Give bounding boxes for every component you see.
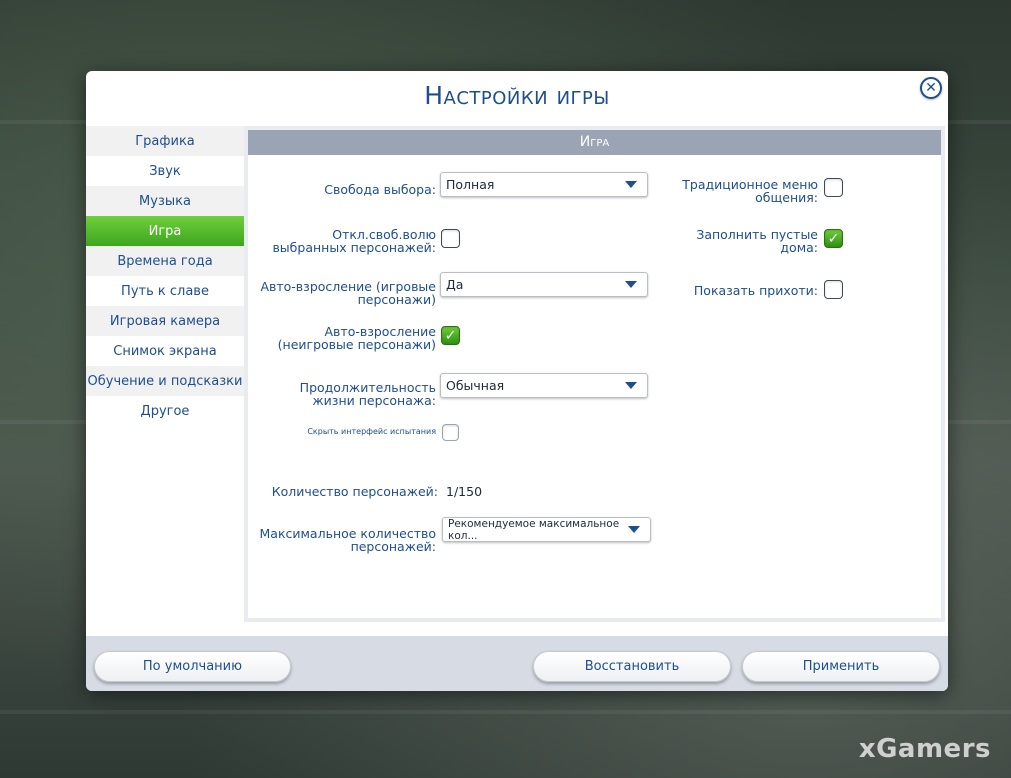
auto-aging-played-label: Авто-взросление (игровые персонажи) (260, 279, 436, 307)
sidebar-item-music[interactable]: Музыка (86, 186, 244, 216)
sim-count-label: Количество персонажей: (271, 484, 438, 499)
watermark-text: xGamers (858, 734, 991, 764)
chevron-down-icon (625, 382, 637, 389)
auto-aging-unplayed-checkbox[interactable]: ✓ (441, 326, 460, 345)
game-settings-panel: Игра Свобода выбора: Полная Откл.своб.во… (244, 126, 945, 622)
game-settings-dialog: Настройки игры ✕ Графика Звук Музыка Игр… (86, 71, 948, 691)
chevron-down-icon (625, 181, 637, 188)
close-icon: ✕ (925, 80, 937, 96)
panel-header: Игра (248, 130, 941, 155)
hide-challenge-ui-label: Скрыть интерфейс испытания (307, 427, 436, 436)
disable-free-will-label: Откл.своб.волю выбранных персонажей: (272, 227, 436, 255)
fill-empty-lots-label: Заполнить пустые дома: (696, 227, 818, 255)
sidebar-item-game-camera[interactable]: Игровая камера (86, 306, 244, 336)
sidebar-item-seasons[interactable]: Времена года (86, 246, 244, 276)
free-will-dropdown[interactable]: Полная (440, 172, 648, 197)
background-decoration (0, 710, 1011, 714)
max-sims-label: Максимальное количество персонажей: (259, 526, 436, 554)
auto-aging-unplayed-label: Авто-взросление (неигровые персонажи) (277, 324, 436, 352)
sidebar-item-graphics[interactable]: Графика (86, 126, 244, 156)
free-will-label: Свобода выбора: (324, 182, 436, 197)
sidebar-item-game[interactable]: Игра (86, 216, 244, 246)
dialog-footer: По умолчанию Восстановить Применить (86, 636, 948, 691)
lifespan-value: Обычная (446, 378, 505, 393)
chevron-down-icon (625, 281, 637, 288)
show-whims-checkbox[interactable] (824, 280, 843, 299)
sidebar-item-other[interactable]: Другое (86, 396, 244, 426)
auto-aging-played-dropdown[interactable]: Да (440, 272, 648, 297)
fill-empty-lots-checkbox[interactable]: ✓ (824, 229, 843, 248)
check-icon: ✓ (827, 230, 840, 247)
traditional-menu-label: Традиционное меню общения: (682, 177, 818, 205)
sidebar-item-path-to-fame[interactable]: Путь к славе (86, 276, 244, 306)
hide-challenge-ui-checkbox[interactable] (442, 424, 459, 441)
sidebar-item-sound[interactable]: Звук (86, 156, 244, 186)
sim-count-value: 1/150 (446, 484, 483, 499)
chevron-down-icon (628, 526, 640, 533)
lifespan-dropdown[interactable]: Обычная (440, 373, 648, 398)
sidebar-item-tutorials-and-tips[interactable]: Обучение и подсказки (86, 366, 244, 396)
apply-button[interactable]: Применить (742, 651, 940, 682)
check-icon: ✓ (444, 327, 457, 344)
lifespan-label: Продолжительность жизни персонажа: (299, 380, 436, 408)
free-will-value: Полная (446, 177, 495, 192)
restore-button[interactable]: Восстановить (533, 651, 731, 682)
auto-aging-played-value: Да (446, 277, 464, 292)
default-button[interactable]: По умолчанию (94, 651, 291, 682)
close-button[interactable]: ✕ (920, 77, 942, 99)
max-sims-value: Рекомендуемое максимальное кол... (448, 517, 620, 542)
disable-free-will-checkbox[interactable] (441, 229, 460, 248)
sidebar-item-screenshot[interactable]: Снимок экрана (86, 336, 244, 366)
settings-sidebar: Графика Звук Музыка Игра Времена года Пу… (86, 126, 244, 426)
dialog-title: Настройки игры (424, 81, 610, 110)
show-whims-label: Показать прихоти: (693, 283, 818, 298)
max-sims-dropdown[interactable]: Рекомендуемое максимальное кол... (442, 517, 651, 542)
traditional-menu-checkbox[interactable] (824, 178, 843, 197)
